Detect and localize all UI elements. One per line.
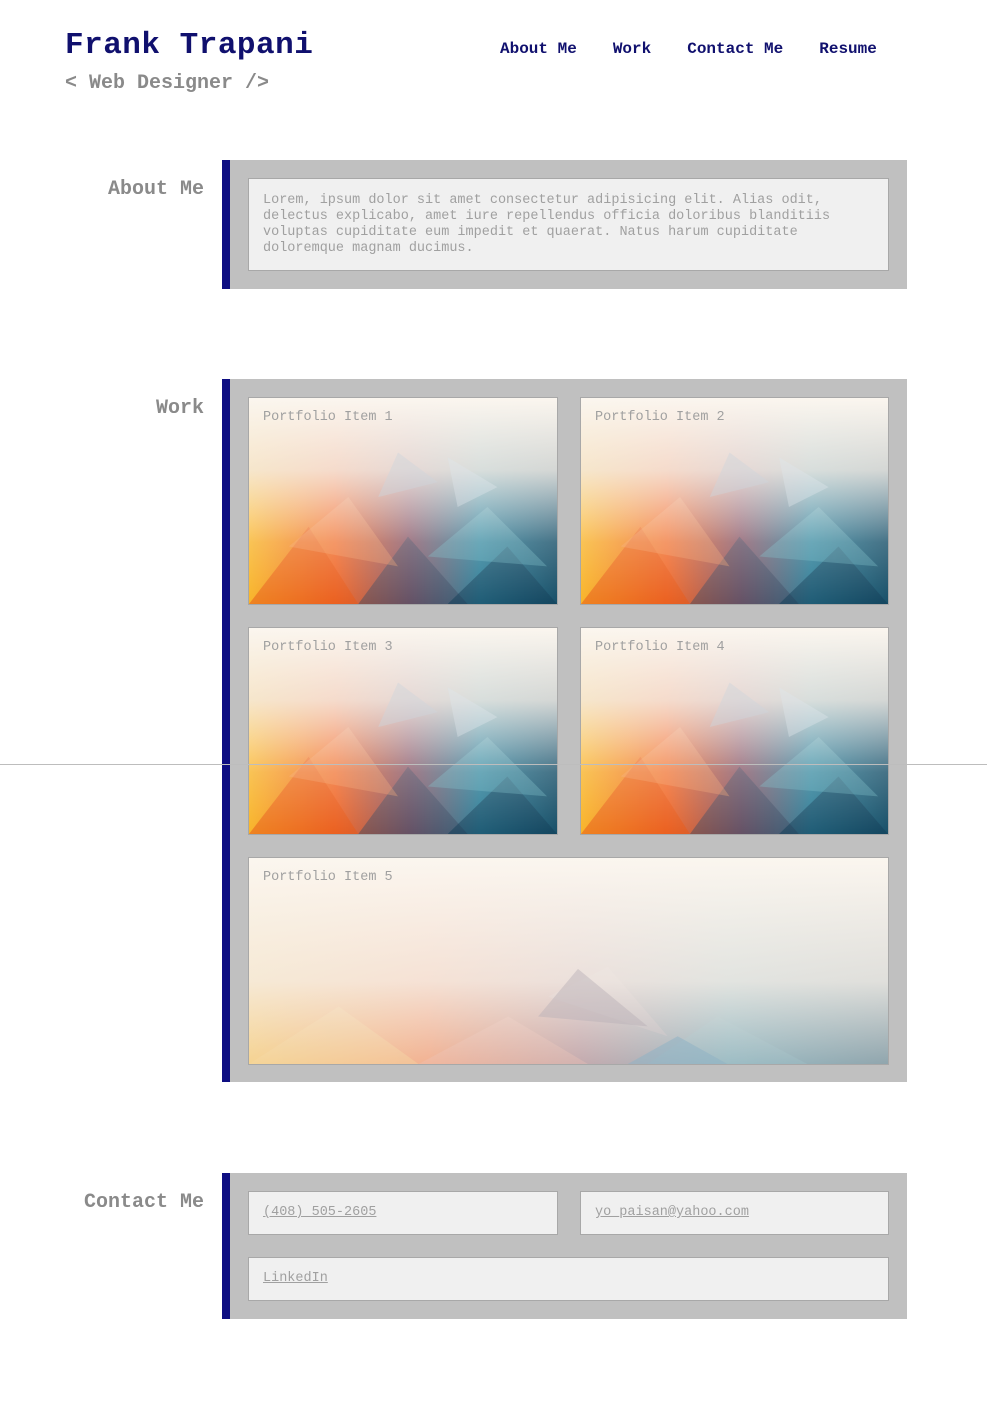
- nav-resume[interactable]: Resume: [819, 40, 877, 58]
- contact-section-label: Contact Me: [83, 1191, 204, 1214]
- email-card: yo_paisan@yahoo.com: [580, 1191, 889, 1235]
- nav-work[interactable]: Work: [613, 40, 651, 58]
- phone-card: (408) 505-2605: [248, 1191, 558, 1235]
- portfolio-item-5[interactable]: Portfolio Item 5: [248, 857, 889, 1065]
- portfolio-item-label: Portfolio Item 4: [595, 640, 725, 655]
- about-section-label: About Me: [107, 178, 204, 201]
- linkedin-card: LinkedIn: [248, 1257, 889, 1301]
- main-nav: About Me Work Contact Me Resume: [500, 40, 877, 58]
- horizontal-divider: [0, 764, 987, 765]
- poly-background-image: [581, 398, 888, 604]
- poly-background-image: [249, 628, 557, 834]
- nav-contact-me[interactable]: Contact Me: [687, 40, 783, 58]
- portfolio-item-label: Portfolio Item 5: [263, 870, 393, 885]
- about-text: Lorem, ipsum dolor sit amet consectetur …: [248, 178, 889, 271]
- site-name: Frank Trapani: [65, 28, 314, 63]
- site-tagline: < Web Designer />: [65, 72, 270, 95]
- work-section-label: Work: [155, 397, 204, 420]
- portfolio-item-label: Portfolio Item 3: [263, 640, 393, 655]
- poly-background-image: [581, 628, 888, 834]
- portfolio-item-2[interactable]: Portfolio Item 2: [580, 397, 889, 605]
- poly-background-image: [249, 858, 888, 1064]
- nav-about-me[interactable]: About Me: [500, 40, 577, 58]
- portfolio-item-label: Portfolio Item 2: [595, 410, 725, 425]
- linkedin-link[interactable]: LinkedIn: [263, 1271, 328, 1286]
- poly-background-image: [249, 398, 557, 604]
- phone-link[interactable]: (408) 505-2605: [263, 1205, 376, 1220]
- portfolio-item-3[interactable]: Portfolio Item 3: [248, 627, 558, 835]
- portfolio-item-label: Portfolio Item 1: [263, 410, 393, 425]
- portfolio-item-4[interactable]: Portfolio Item 4: [580, 627, 889, 835]
- email-link[interactable]: yo_paisan@yahoo.com: [595, 1205, 749, 1220]
- portfolio-item-1[interactable]: Portfolio Item 1: [248, 397, 558, 605]
